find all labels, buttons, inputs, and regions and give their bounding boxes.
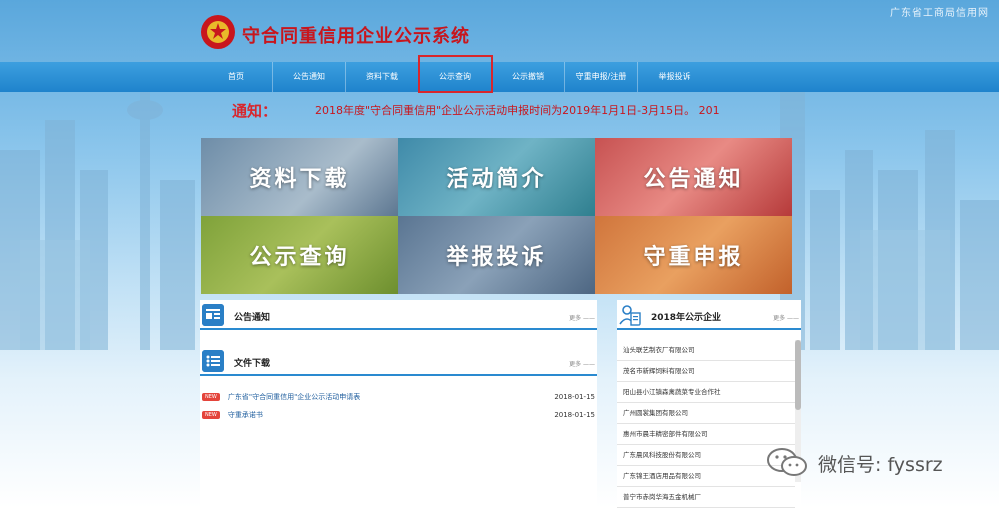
announcements-title: 公告通知 [234, 313, 271, 323]
nav-item-complaints[interactable]: 举报投诉 [638, 62, 711, 92]
notice-label: 通知： [232, 101, 278, 120]
national-emblem-icon [201, 15, 235, 49]
main-navigation-bar: 首页 公告通知 资料下载 公示查询 公示撤销 守重申报/注册 举报投诉 [0, 55, 999, 93]
list-item[interactable]: 汕头联艺制衣厂有限公司 [617, 340, 795, 361]
download-file-list: NEW 广东省"守合同重信用"企业公示活动申请表 2018-01-15 NEW … [200, 388, 597, 424]
nav-item-public-query[interactable]: 公示查询 [418, 55, 493, 93]
tile-announcements[interactable]: 公告通知 [595, 138, 792, 216]
file-link[interactable]: 守重承诺书 [228, 410, 263, 420]
file-link[interactable]: 广东省"守合同重信用"企业公示活动申请表 [228, 392, 360, 402]
company-list: 汕头联艺制衣厂有限公司 茂名市新辉饲料有限公司 阳山县小江镇森禽蔬菜专业合作社 … [617, 340, 795, 508]
list-item[interactable]: 普宁市赤岗华海五金机械厂 [617, 487, 795, 508]
news-icon [202, 304, 224, 326]
feature-tile-grid: 资料下载 活动简介 公告通知 公示查询 举报投诉 守重申报 [201, 138, 792, 294]
new-badge: NEW [202, 411, 220, 419]
document-list-icon [202, 350, 224, 372]
wechat-icon [767, 448, 807, 476]
companies-more-link[interactable]: 更多 —— [773, 313, 799, 322]
notice-marquee-text[interactable]: 2018年度"守合同重信用"企业公示活动申报时间为2019年1月1日-3月15日… [315, 102, 720, 118]
list-item: NEW 守重承诺书 2018-01-15 [200, 406, 597, 424]
list-item[interactable]: 惠州市晨丰精密部件有限公司 [617, 424, 795, 445]
file-date: 2018-01-15 [554, 393, 595, 401]
nav-item-downloads[interactable]: 资料下载 [346, 62, 419, 92]
tile-label: 公告通知 [643, 167, 744, 192]
tile-label: 公示查询 [249, 245, 350, 270]
new-badge: NEW [202, 393, 220, 401]
downloads-title: 文件下载 [234, 359, 271, 369]
companies-section-header: 2018年公示企业 更多 —— [617, 300, 801, 330]
tile-complaints[interactable]: 举报投诉 [398, 216, 595, 294]
person-document-icon [619, 305, 641, 326]
site-title: 守合同重信用企业公示系统 [242, 26, 470, 47]
nav-item-home[interactable]: 首页 [200, 62, 273, 92]
announcements-more-link[interactable]: 更多 —— [569, 313, 595, 322]
left-content-panel: 公告通知 更多 —— 文件下载 更多 —— NEW 广东省"守合同重信用"企业公… [200, 300, 597, 508]
tile-label: 资料下载 [249, 167, 350, 192]
tile-apply[interactable]: 守重申报 [595, 216, 792, 294]
list-item[interactable]: 阳山县小江镇森禽蔬菜专业合作社 [617, 382, 795, 403]
nav-item-apply-register[interactable]: 守重申报/注册 [565, 62, 638, 92]
tile-label: 活动简介 [446, 167, 547, 192]
list-item[interactable]: 广州圆裳集团有限公司 [617, 403, 795, 424]
top-right-link-text[interactable]: 广东省工商局信用网 [890, 4, 989, 19]
tile-activity-intro[interactable]: 活动简介 [398, 138, 595, 216]
tile-label: 举报投诉 [446, 245, 547, 270]
nav-item-announcements[interactable]: 公告通知 [273, 62, 346, 92]
announcements-section-header: 公告通知 更多 —— [200, 300, 597, 330]
downloads-more-link[interactable]: 更多 —— [569, 359, 595, 368]
file-date: 2018-01-15 [554, 411, 595, 419]
downloads-section-header: 文件下载 更多 —— [200, 346, 597, 376]
notice-bar: 通知： 2018年度"守合同重信用"企业公示活动申报时间为2019年1月1日-3… [232, 100, 720, 120]
nav-item-public-revocation[interactable]: 公示撤销 [492, 62, 565, 92]
tile-downloads[interactable]: 资料下载 [201, 138, 398, 216]
watermark-text: 微信号: fyssrz [818, 453, 943, 476]
list-item[interactable]: 茂名市新辉饲料有限公司 [617, 361, 795, 382]
wechat-watermark: 微信号: fyssrz [766, 446, 943, 480]
scrollbar-thumb[interactable] [795, 340, 801, 410]
tile-public-query[interactable]: 公示查询 [201, 216, 398, 294]
tile-label: 守重申报 [643, 245, 744, 270]
companies-title: 2018年公示企业 [651, 313, 722, 323]
list-item: NEW 广东省"守合同重信用"企业公示活动申请表 2018-01-15 [200, 388, 597, 406]
